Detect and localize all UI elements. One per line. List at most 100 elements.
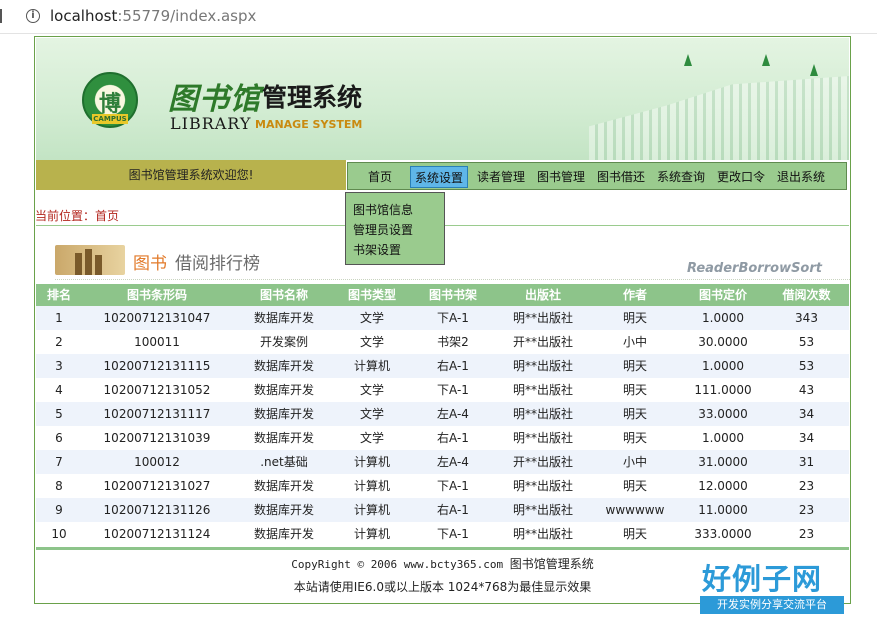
- cell-shelf: 下A-1: [437, 479, 469, 493]
- cell-book-name: 数据库开发: [253, 479, 314, 493]
- cell-shelf: 下A-1: [437, 527, 469, 541]
- tree-icon: [762, 54, 770, 66]
- cell-book-type: 文学: [359, 335, 384, 349]
- cell-book-name: 开发案例: [259, 335, 308, 349]
- cell-price: 33.0000: [698, 407, 748, 421]
- cell-book-type: 计算机: [353, 359, 390, 373]
- cell-borrow-count: 23: [798, 503, 815, 517]
- cell-shelf: 左A-4: [437, 407, 469, 421]
- cell-author: 明天: [622, 479, 647, 493]
- cell-publisher: 开**出版社: [512, 455, 573, 469]
- breadcrumb: 当前位置：首页: [35, 209, 120, 223]
- cell-publisher: 明**出版社: [512, 527, 573, 541]
- nav-home[interactable]: 首页: [362, 166, 398, 188]
- cell-borrow-count: 43: [798, 383, 815, 397]
- url-host: localhost: [50, 7, 118, 25]
- cell-shelf: 下A-1: [437, 311, 469, 325]
- cell-publisher: 明**出版社: [512, 383, 573, 397]
- cell-price: 30.0000: [698, 335, 748, 349]
- table-row: 10 10200712131124 数据库开发 计算机 下A-1 明**出版社 明天 333.…: [36, 522, 849, 546]
- nav-book-manage[interactable]: 图书管理: [534, 166, 588, 188]
- main-nav: 首页 系统设置 读者管理 图书管理 图书借还 系统查询 更改口令 退出系统: [347, 162, 847, 190]
- copyright-cn: 图书馆管理系统: [509, 557, 594, 571]
- cell-shelf: 书架2: [437, 335, 469, 349]
- cell-shelf: 右A-1: [437, 503, 469, 517]
- cell-rank: 2: [55, 335, 63, 349]
- nav-logout[interactable]: 退出系统: [774, 166, 828, 188]
- cell-author: 明天: [622, 431, 647, 445]
- cell-author: 明天: [622, 383, 647, 397]
- cell-rank: 7: [55, 455, 63, 469]
- table-row: 1 10200712131047 数据库开发 文学 下A-1 明**出版社 明天 1.0000…: [36, 306, 849, 330]
- cell-price: 31.0000: [698, 455, 748, 469]
- nav-reader-manage[interactable]: 读者管理: [474, 166, 528, 188]
- section-title-en: ReaderBorrowSort: [686, 261, 822, 276]
- cell-book-name: .net基础: [260, 455, 308, 469]
- cell-price: 1.0000: [702, 311, 744, 325]
- section-header: 图书 借阅排行榜: [55, 241, 305, 277]
- col-shelf: 图书书架: [428, 288, 477, 302]
- cell-author: 明天: [622, 311, 647, 325]
- menu-item-library-info[interactable]: 图书馆信息: [353, 201, 413, 218]
- table-row: 3 10200712131115 数据库开发 计算机 右A-1 明**出版社 明天 1.000…: [36, 354, 849, 378]
- title-en-sub: MANAGE SYSTEM: [255, 118, 363, 131]
- cell-author: 明天: [622, 359, 647, 373]
- table-row: 7 100012 .net基础 计算机 左A-4 开**出版社 小中 31.0000 31: [36, 450, 849, 474]
- cell-publisher: 明**出版社: [512, 503, 573, 517]
- cell-rank: 6: [55, 431, 63, 445]
- cell-book-type: 文学: [359, 311, 384, 325]
- cell-price: 1.0000: [702, 431, 744, 445]
- address-field[interactable]: localhost:55779/index.aspx: [50, 7, 256, 25]
- cell-book-name: 数据库开发: [253, 503, 314, 517]
- cell-author: 明天: [622, 407, 647, 421]
- cell-rank: 1: [55, 311, 63, 325]
- browser-url-bar: i localhost:55779/index.aspx: [0, 0, 877, 34]
- tree-icon: [810, 64, 818, 76]
- url-port: :55779: [117, 7, 171, 25]
- cell-publisher: 明**出版社: [512, 479, 573, 493]
- cell-book-type: 文学: [359, 407, 384, 421]
- table-row: 8 10200712131027 数据库开发 计算机 下A-1 明**出版社 明天 12.00…: [36, 474, 849, 498]
- cell-borrow-count: 31: [798, 455, 815, 469]
- dotted-divider: [55, 279, 850, 280]
- cell-book-type: 计算机: [353, 479, 390, 493]
- table-row: 6 10200712131039 数据库开发 文学 右A-1 明**出版社 明天 1.0000…: [36, 426, 849, 450]
- col-barcode: 图书条形码: [126, 288, 187, 302]
- cell-borrow-count: 23: [798, 479, 815, 493]
- cell-rank: 9: [55, 503, 63, 517]
- cell-book-type: 计算机: [353, 503, 390, 517]
- nav-system-settings[interactable]: 系统设置: [410, 166, 468, 188]
- cell-shelf: 右A-1: [437, 359, 469, 373]
- library-building-image: [589, 76, 849, 160]
- watermark-subtitle: 开发实例分享交流平台: [700, 596, 844, 614]
- nav-system-query[interactable]: 系统查询: [654, 166, 708, 188]
- table-body: 1 10200712131047 数据库开发 文学 下A-1 明**出版社 明天 1.0000…: [36, 306, 849, 546]
- info-icon[interactable]: i: [26, 9, 40, 23]
- cell-borrow-count: 34: [798, 431, 815, 445]
- books-icon: [55, 245, 125, 275]
- cell-price: 1.0000: [702, 359, 744, 373]
- col-book-name: 图书名称: [259, 288, 308, 302]
- cell-book-name: 数据库开发: [253, 359, 314, 373]
- menu-item-shelf-settings[interactable]: 书架设置: [353, 241, 401, 258]
- section-title-highlight: 图书: [133, 254, 167, 274]
- nav-book-borrow[interactable]: 图书借还: [594, 166, 648, 188]
- cell-borrow-count: 343: [795, 311, 818, 325]
- table-row: 5 10200712131117 数据库开发 文学 左A-4 明**出版社 明天 33.000…: [36, 402, 849, 426]
- cell-rank: 4: [55, 383, 63, 397]
- cell-book-type: 文学: [359, 431, 384, 445]
- nav-change-password[interactable]: 更改口令: [714, 166, 768, 188]
- cell-barcode: 10200712131115: [103, 359, 211, 373]
- cell-book-name: 数据库开发: [253, 527, 314, 541]
- cell-rank: 3: [55, 359, 63, 373]
- col-rank: 排名: [46, 288, 71, 302]
- cell-barcode: 10200712131117: [103, 407, 211, 421]
- menu-item-admin-settings[interactable]: 管理员设置: [353, 221, 413, 238]
- campus-logo: 博 CAMPUS: [82, 72, 138, 128]
- cell-author: 小中: [622, 335, 647, 349]
- welcome-text: 图书馆管理系统欢迎您!: [36, 160, 346, 190]
- site-banner: 博 CAMPUS 图书馆 管理系统 LIBRARY MANAGE SYSTEM: [36, 38, 849, 160]
- cell-barcode: 10200712131027: [103, 479, 211, 493]
- table-row: 9 10200712131126 数据库开发 计算机 右A-1 明**出版社 wwwwww 1…: [36, 498, 849, 522]
- cell-book-type: 计算机: [353, 455, 390, 469]
